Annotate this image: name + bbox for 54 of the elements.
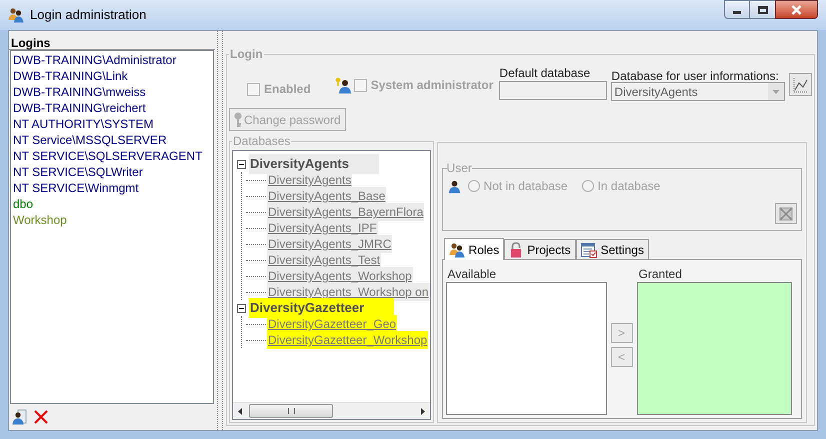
login-item[interactable]: dbo xyxy=(11,196,213,212)
available-list[interactable] xyxy=(446,282,607,415)
granted-list[interactable] xyxy=(636,282,792,415)
login-item[interactable]: NT SERVICE\SQLSERVERAGENT xyxy=(11,148,213,164)
collapse-icon[interactable] xyxy=(237,160,246,168)
login-item[interactable]: NT SERVICE\SQLWriter xyxy=(11,164,213,180)
collapse-icon[interactable] xyxy=(237,304,246,312)
tab[interactable]: Roles xyxy=(444,238,504,260)
person-icon xyxy=(446,178,462,194)
tab[interactable]: Settings xyxy=(576,239,649,259)
tab[interactable]: Projects xyxy=(504,239,576,259)
radio-button[interactable] xyxy=(468,180,480,192)
login-item[interactable]: Workshop xyxy=(11,212,213,228)
delete-icon[interactable] xyxy=(34,410,48,424)
login-item[interactable]: DWB-TRAINING\mweiss xyxy=(11,84,213,100)
key-user-icon xyxy=(334,76,352,94)
maximize-button[interactable] xyxy=(750,0,775,19)
checkbox-label: Enabled xyxy=(264,81,311,98)
tree-item[interactable]: DiversityAgents_BayernFlora xyxy=(267,203,424,221)
list-label: Available xyxy=(446,266,498,282)
checkbox-label: System administrator xyxy=(370,77,494,94)
remove-user-button[interactable] xyxy=(775,203,797,224)
close-button[interactable] xyxy=(775,0,818,19)
login-item[interactable]: NT SERVICE\Winmgmt xyxy=(11,180,213,196)
login-item[interactable]: DWB-TRAINING\Administrator xyxy=(11,52,213,68)
radio-label: In database xyxy=(598,178,660,195)
login-item[interactable]: DWB-TRAINING\Link xyxy=(11,68,213,84)
login-item[interactable]: NT AUTHORITY\SYSTEM xyxy=(11,116,213,132)
group-title: Databases xyxy=(232,133,292,150)
splitter[interactable] xyxy=(217,31,223,430)
add-login-icon[interactable] xyxy=(12,409,28,425)
people-icon xyxy=(448,242,465,258)
default-database-field[interactable] xyxy=(499,81,608,100)
field-label: Database for user informations: xyxy=(611,68,780,81)
list-label: Granted xyxy=(638,266,683,282)
close-icon xyxy=(791,4,802,14)
padlock-icon xyxy=(509,242,524,258)
key-icon xyxy=(233,112,243,128)
tree-item[interactable]: DiversityGazetteer_Workshop xyxy=(267,331,428,349)
window-title: Login administration xyxy=(30,6,146,24)
user-database-dropdown[interactable]: DiversityAgents xyxy=(611,82,786,101)
tree-item[interactable]: DiversityAgents_JMRC xyxy=(267,235,392,253)
login-item[interactable]: NT Service\MSSQLSERVER xyxy=(11,132,213,148)
chart-button[interactable] xyxy=(789,73,812,96)
radio-button[interactable] xyxy=(582,180,594,192)
app-icon xyxy=(8,7,24,23)
field-label: Default database xyxy=(499,65,592,78)
horizontal-scrollbar[interactable] xyxy=(233,402,430,419)
group-title: Login xyxy=(229,46,264,63)
minimize-button[interactable] xyxy=(724,0,750,19)
radio-label: Not in database xyxy=(484,178,568,195)
tree-item[interactable]: DiversityAgents xyxy=(249,154,379,174)
login-item[interactable]: DWB-TRAINING\reichert xyxy=(11,100,213,116)
group-title: User xyxy=(446,160,472,177)
